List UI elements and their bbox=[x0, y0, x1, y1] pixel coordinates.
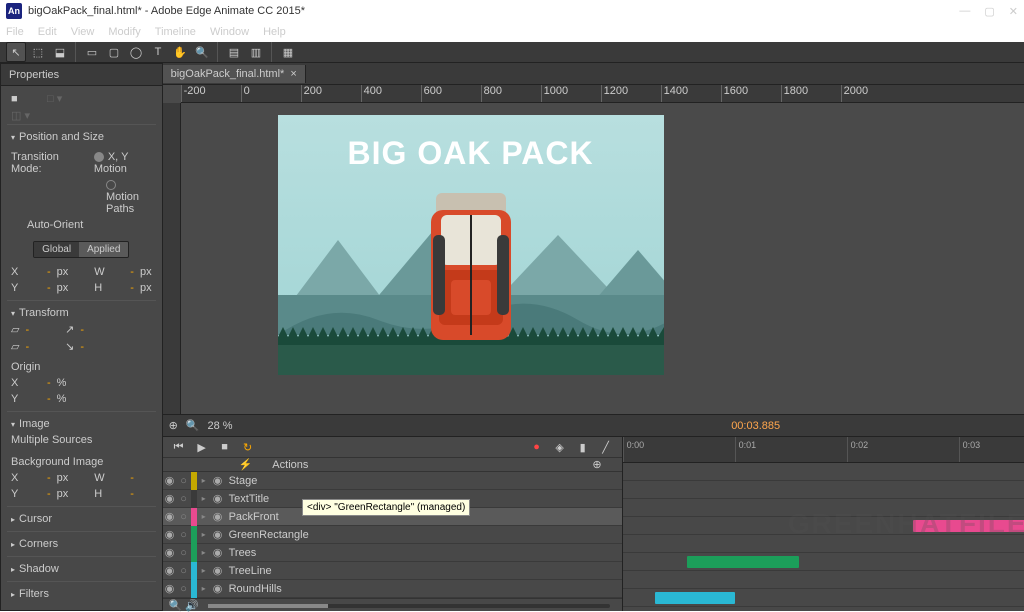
menu-modify[interactable]: Modify bbox=[108, 26, 140, 38]
checkbox-auto-orient[interactable]: Auto-Orient bbox=[27, 219, 83, 231]
layout-tool-2[interactable]: ▥ bbox=[246, 42, 266, 62]
maximize-button[interactable]: ▢ bbox=[984, 5, 994, 18]
play-button[interactable]: ▶ bbox=[192, 437, 212, 457]
easing-button[interactable]: ╱ bbox=[596, 437, 616, 457]
section-filters[interactable]: Filters bbox=[7, 586, 156, 602]
menu-file[interactable]: File bbox=[6, 26, 24, 38]
rounded-rect-tool[interactable]: ▢ bbox=[104, 42, 124, 62]
rewind-button[interactable]: ⏮ bbox=[169, 437, 189, 457]
menu-help[interactable]: Help bbox=[263, 26, 286, 38]
timeline-track[interactable] bbox=[623, 571, 1024, 589]
section-transform[interactable]: Transform bbox=[7, 305, 156, 321]
zoom-tool[interactable]: 🔍 bbox=[192, 42, 212, 62]
menu-window[interactable]: Window bbox=[210, 26, 249, 38]
timeline-panel: ⏮ ▶ ■ ↻ ● ◈ ▮ ╱ ⚡ Actions ⊕ bbox=[163, 436, 1024, 611]
timeline-clip[interactable] bbox=[655, 592, 735, 604]
stop-button[interactable]: ■ bbox=[215, 437, 235, 457]
color-tool[interactable]: ▦ bbox=[278, 42, 298, 62]
section-cursor[interactable]: Cursor bbox=[7, 511, 156, 527]
minimize-button[interactable]: — bbox=[959, 5, 970, 18]
radio-motion-paths[interactable]: Motion Paths bbox=[106, 191, 139, 215]
zoom-timeline-icon[interactable]: 🔍 bbox=[169, 599, 183, 612]
timeline-track[interactable] bbox=[623, 535, 1024, 553]
stage-title-text: BIG OAK PACK bbox=[278, 135, 664, 172]
stage-hand-icon[interactable]: ⊕ bbox=[169, 419, 178, 432]
selection-tool[interactable]: ↖ bbox=[6, 42, 26, 62]
rect-tool[interactable]: ▭ bbox=[82, 42, 102, 62]
properties-title: Properties bbox=[9, 69, 59, 81]
current-time: 00:03.885 bbox=[241, 420, 1024, 432]
actions-header: Actions bbox=[272, 459, 308, 471]
timeline-layer-stage[interactable]: ◉○ ▸◉ Stage bbox=[163, 472, 622, 490]
timeline-track[interactable] bbox=[623, 589, 1024, 607]
stage-zoom-icon[interactable]: 🔍 bbox=[186, 419, 200, 432]
timeline-layer-trees[interactable]: ◉○ ▸◉ Trees bbox=[163, 544, 622, 562]
document-tab[interactable]: bigOakPack_final.html* × bbox=[163, 65, 306, 83]
loop-button[interactable]: ↻ bbox=[238, 437, 258, 457]
keyframe-tool-1[interactable]: ◈ bbox=[550, 437, 570, 457]
menu-timeline[interactable]: Timeline bbox=[155, 26, 196, 38]
timeline-clip[interactable] bbox=[687, 556, 799, 568]
section-position-size[interactable]: Position and Size bbox=[7, 129, 156, 145]
backpack-graphic bbox=[411, 185, 531, 350]
toolbar: ↖ ⬚ ⬓ ▭ ▢ ◯ T ✋ 🔍 ▤ ▥ ▦ bbox=[0, 42, 1024, 63]
tooltip: <div> "GreenRectangle" (managed) bbox=[302, 499, 470, 516]
zoom-percent[interactable]: 28 % bbox=[208, 420, 233, 432]
section-corners[interactable]: Corners bbox=[7, 536, 156, 552]
timeline-track[interactable] bbox=[623, 481, 1024, 499]
label-transition-mode: Transition Mode: bbox=[11, 151, 78, 175]
ellipse-tool[interactable]: ◯ bbox=[126, 42, 146, 62]
timeline-track[interactable] bbox=[623, 517, 1024, 535]
timeline-track[interactable] bbox=[623, 499, 1024, 517]
text-tool[interactable]: T bbox=[148, 42, 168, 62]
close-button[interactable]: ✕ bbox=[1009, 5, 1018, 18]
keyframe-tool-2[interactable]: ▮ bbox=[573, 437, 593, 457]
ruler-horizontal: -2000 200400 600800 10001200 14001600 18… bbox=[181, 85, 1024, 103]
transform-tool[interactable]: ⬚ bbox=[28, 42, 48, 62]
window-title: bigOakPack_final.html* - Adobe Edge Anim… bbox=[28, 5, 959, 17]
label-bg-image: Background Image bbox=[11, 456, 103, 468]
timeline-track[interactable] bbox=[623, 553, 1024, 571]
timeline-layer-greenrectangle[interactable]: ◉○ ▸◉ GreenRectangle bbox=[163, 526, 622, 544]
label-origin: Origin bbox=[11, 361, 40, 373]
properties-panel: Properties ■□ ▾ ◫ ▾ Position and Size Tr… bbox=[0, 63, 163, 611]
menu-view[interactable]: View bbox=[71, 26, 95, 38]
menu-edit[interactable]: Edit bbox=[38, 26, 57, 38]
stage-canvas[interactable]: BIG OAK PACK bbox=[278, 115, 664, 375]
stage-area[interactable]: -2000 200400 600800 10001200 14001600 18… bbox=[163, 85, 1024, 414]
hand-tool[interactable]: ✋ bbox=[170, 42, 190, 62]
timeline-controls: ⏮ ▶ ■ ↻ ● ◈ ▮ ╱ bbox=[163, 437, 622, 458]
section-shadow[interactable]: Shadow bbox=[7, 561, 156, 577]
document-tab-label: bigOakPack_final.html* bbox=[171, 68, 285, 80]
menu-bar: File Edit View Modify Timeline Window He… bbox=[0, 22, 1024, 42]
close-tab-icon[interactable]: × bbox=[290, 68, 296, 80]
ruler-vertical bbox=[163, 103, 181, 414]
title-bar: An bigOakPack_final.html* - Adobe Edge A… bbox=[0, 0, 1024, 22]
app-icon: An bbox=[6, 3, 22, 19]
timeline-layer-treeline[interactable]: ◉○ ▸◉ TreeLine bbox=[163, 562, 622, 580]
global-applied-toggle[interactable]: Global Applied bbox=[33, 241, 129, 258]
stage-controls: ⊕ 🔍 28 % 00:03.885 ⚠ bbox=[163, 414, 1024, 436]
audio-icon[interactable]: 🔊 bbox=[185, 599, 199, 612]
record-button[interactable]: ● bbox=[527, 437, 547, 457]
crop-tool[interactable]: ⬓ bbox=[50, 42, 70, 62]
timeline-clip[interactable] bbox=[913, 520, 1024, 532]
section-image[interactable]: Image bbox=[7, 416, 156, 432]
layout-tool-1[interactable]: ▤ bbox=[224, 42, 244, 62]
timeline-ruler[interactable]: 0:00 0:01 0:02 0:03 0:04 0:05 bbox=[623, 437, 1024, 463]
timeline-layer-roundhills[interactable]: ◉○ ▸◉ RoundHills bbox=[163, 580, 622, 598]
label-multiple-sources: Multiple Sources bbox=[11, 434, 92, 446]
